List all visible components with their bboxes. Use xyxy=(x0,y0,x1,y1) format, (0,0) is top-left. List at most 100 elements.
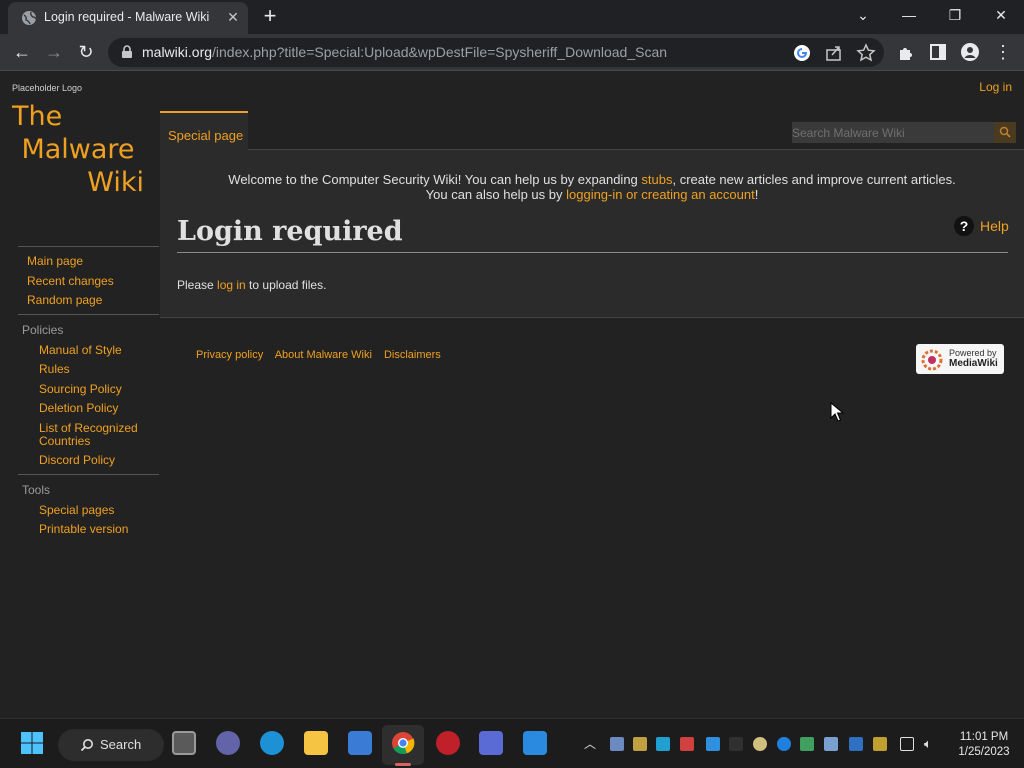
search-input[interactable] xyxy=(792,122,994,143)
search-button[interactable] xyxy=(994,122,1016,143)
lock-icon[interactable] xyxy=(120,45,134,59)
login-or-create-account-link[interactable]: logging-in or creating an account xyxy=(566,187,755,202)
sidebar-item-list-of-recognized-countries[interactable]: List of Recognized Countries xyxy=(18,421,159,448)
powered-by-text: Powered by xyxy=(949,348,997,358)
tray-app-icon-6[interactable] xyxy=(729,737,743,751)
sidebar: Main page Recent changes Random page Pol… xyxy=(18,246,159,543)
new-tab-button[interactable]: + xyxy=(258,5,282,29)
logo-line-2: Malware xyxy=(21,134,135,165)
globe-icon xyxy=(22,11,37,25)
search-icon xyxy=(999,126,1011,138)
tray-app-icon-3[interactable] xyxy=(656,737,670,751)
teams-chat-icon[interactable] xyxy=(216,731,240,755)
tray-app-icon-2[interactable] xyxy=(633,737,647,751)
body-log-in-link[interactable]: log in xyxy=(217,278,246,292)
close-tab-icon[interactable]: ✕ xyxy=(224,8,242,26)
photos-app-icon[interactable] xyxy=(523,731,547,755)
p-app-icon[interactable] xyxy=(479,731,503,755)
sidebar-divider xyxy=(18,246,159,247)
login-required-message: Please log in to upload files. xyxy=(177,278,327,292)
taskbar-clock[interactable]: 11:01 PM 1/25/2023 xyxy=(948,730,1020,760)
reload-button[interactable]: ↻ xyxy=(73,40,99,64)
bookmark-star-icon[interactable] xyxy=(856,43,876,63)
site-notice: Welcome to the Computer Security Wiki! Y… xyxy=(228,172,956,202)
share-icon[interactable] xyxy=(824,43,844,63)
tray-app-icon-5[interactable] xyxy=(706,737,720,751)
windows-start-icon[interactable] xyxy=(20,731,44,755)
tray-shield-icon[interactable] xyxy=(849,737,863,751)
tray-app-icon-4[interactable] xyxy=(680,737,694,751)
sidebar-item-rules[interactable]: Rules xyxy=(18,363,159,376)
profile-icon[interactable] xyxy=(960,42,980,62)
sidebar-item-recent-changes[interactable]: Recent changes xyxy=(18,274,159,288)
wiki-page: Placeholder Logo The Malware Wiki Log in… xyxy=(0,72,1024,718)
sidebar-item-printable-version[interactable]: Printable version xyxy=(18,523,159,536)
clock-time: 11:01 PM xyxy=(959,731,1009,743)
forward-button[interactable]: → xyxy=(41,40,67,64)
tray-camera-icon[interactable] xyxy=(824,737,838,751)
tray-app-icon-7[interactable] xyxy=(753,737,767,751)
help-label: Help xyxy=(980,218,1009,234)
tab-search-icon[interactable]: ⌄ xyxy=(848,4,878,26)
windows-taskbar: Search ︿ 🔈︎ 11:01 PM 1/25/2023 xyxy=(0,718,1024,768)
restore-button[interactable]: ❐ xyxy=(940,4,970,26)
taskbar-search-label: Search xyxy=(100,737,142,752)
tab-special-page[interactable]: Special page xyxy=(160,111,248,150)
content-area: Welcome to the Computer Security Wiki! Y… xyxy=(160,150,1024,318)
logo-line-1: The xyxy=(12,101,63,132)
task-view-icon[interactable] xyxy=(172,731,196,755)
sidebar-divider xyxy=(18,473,159,475)
url-text[interactable]: malwiki.org/index.php?title=Special:Uplo… xyxy=(142,44,667,60)
tab-title: Login required - Malware Wiki xyxy=(44,10,210,24)
edge-browser-icon[interactable] xyxy=(260,731,284,755)
sidebar-item-main-page[interactable]: Main page xyxy=(18,255,159,268)
tab-special-page-label: Special page xyxy=(168,128,244,143)
tray-app-icon-8[interactable] xyxy=(777,737,791,751)
footer-about-link[interactable]: About Malware Wiki xyxy=(275,349,372,361)
mediawiki-text: MediaWiki xyxy=(949,358,998,369)
security-app-icon[interactable] xyxy=(436,731,460,755)
tray-app-icon-10[interactable] xyxy=(873,737,887,751)
search-icon xyxy=(80,739,93,752)
mediawiki-flower-icon xyxy=(921,349,943,371)
network-icon[interactable] xyxy=(900,737,914,751)
browser-tab[interactable]: Login required - Malware Wiki ✕ xyxy=(8,2,248,34)
clock-date: 1/25/2023 xyxy=(958,746,1010,758)
powered-by-mediawiki-badge[interactable]: Powered by MediaWiki xyxy=(916,344,1004,374)
footer-privacy-policy-link[interactable]: Privacy policy xyxy=(196,349,263,361)
footer-links: Privacy policy About Malware Wiki Discla… xyxy=(196,349,450,361)
address-bar[interactable]: malwiki.org/index.php?title=Special:Uplo… xyxy=(108,38,884,67)
sidebar-item-manual-of-style[interactable]: Manual of Style xyxy=(18,343,159,357)
tray-app-icon-9[interactable] xyxy=(800,737,814,751)
tray-app-icon-1[interactable] xyxy=(610,737,624,751)
chrome-icon[interactable] xyxy=(391,731,415,755)
logo-line-3: Wiki xyxy=(87,167,144,198)
page-title: Login required xyxy=(177,216,403,247)
sidebar-item-sourcing-policy[interactable]: Sourcing Policy xyxy=(18,382,159,396)
file-explorer-icon[interactable] xyxy=(304,731,328,755)
sidebar-item-special-pages[interactable]: Special pages xyxy=(18,503,159,517)
browser-toolbar: ← → ↻ malwiki.org/index.php?title=Specia… xyxy=(0,34,1024,71)
side-panel-icon[interactable] xyxy=(928,42,948,62)
sidebar-item-discord-policy[interactable]: Discord Policy xyxy=(18,454,159,467)
footer-disclaimers-link[interactable]: Disclaimers xyxy=(384,349,441,361)
google-lens-icon[interactable] xyxy=(792,43,812,63)
microsoft-store-icon[interactable] xyxy=(348,731,372,755)
sidebar-heading-tools: Tools xyxy=(22,482,51,497)
taskbar-search-button[interactable]: Search xyxy=(58,729,164,761)
sidebar-item-random-page[interactable]: Random page xyxy=(18,294,159,307)
minimize-button[interactable]: — xyxy=(894,4,924,26)
mouse-pointer-icon xyxy=(830,402,844,422)
menu-kebab-icon[interactable]: ⋮ xyxy=(990,40,1016,64)
extensions-icon[interactable] xyxy=(896,42,916,62)
volume-icon[interactable]: 🔈︎ xyxy=(924,737,938,751)
back-button[interactable]: ← xyxy=(9,40,35,64)
show-hidden-icons-chevron[interactable]: ︿ xyxy=(584,735,596,752)
site-logo[interactable]: The Malware Wiki xyxy=(12,100,144,199)
stubs-link[interactable]: stubs xyxy=(641,172,672,187)
logo-caption: Placeholder Logo xyxy=(12,83,83,93)
sidebar-item-deletion-policy[interactable]: Deletion Policy xyxy=(18,402,159,415)
close-window-button[interactable]: ✕ xyxy=(986,4,1016,26)
log-in-link[interactable]: Log in xyxy=(979,80,1012,94)
heading-divider xyxy=(177,252,1008,253)
